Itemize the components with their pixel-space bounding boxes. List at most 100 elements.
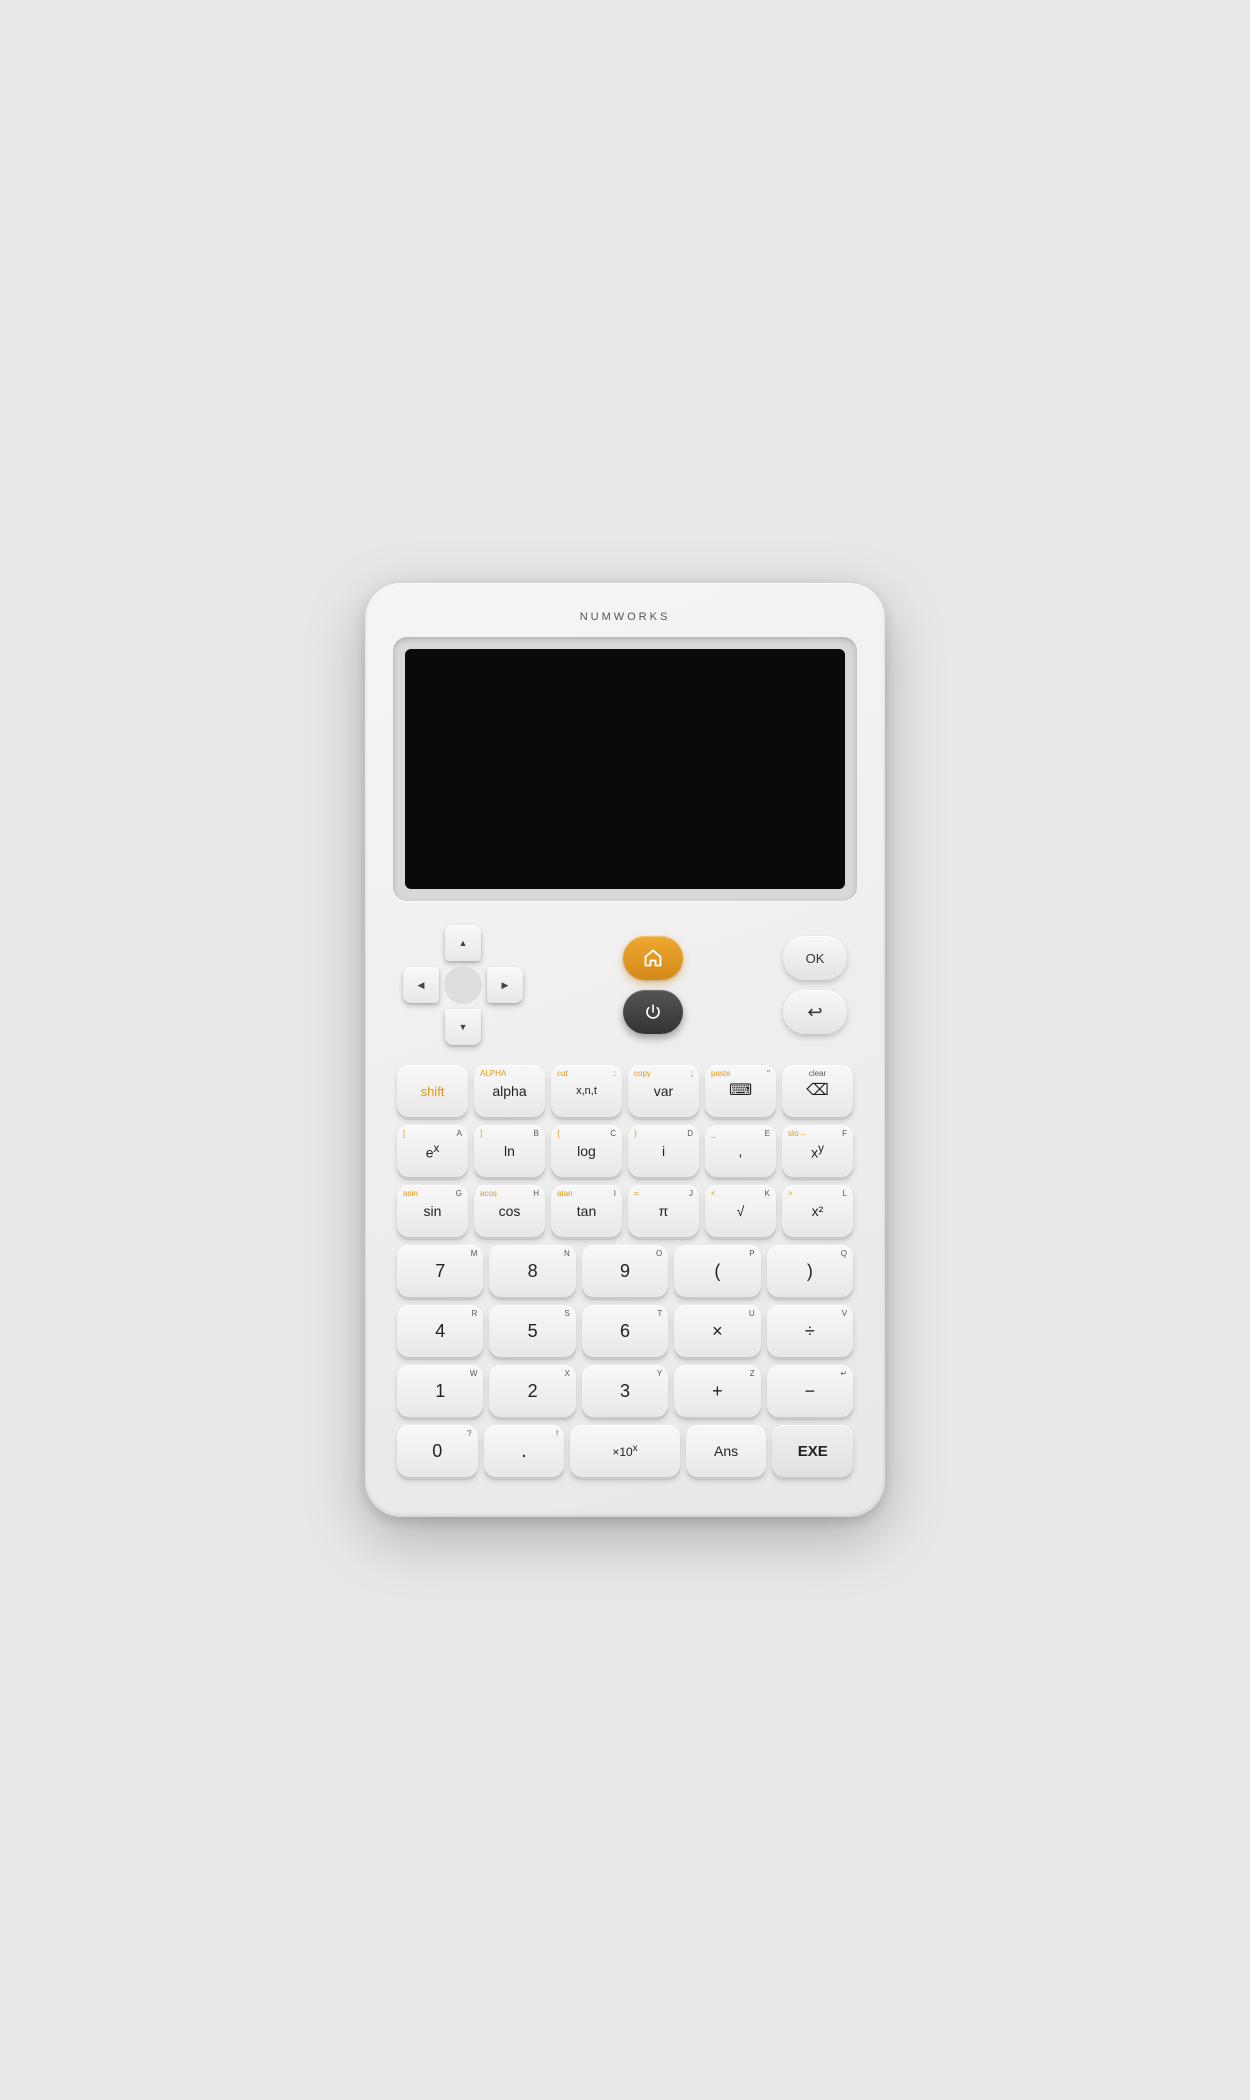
paste-key[interactable]: paste " ⌨ — [705, 1065, 776, 1117]
nav-right-buttons: OK ↩ — [783, 936, 847, 1034]
shift-label: shift — [421, 1085, 445, 1098]
sqrt-top: < — [711, 1190, 716, 1198]
paste-icon: ⌨ — [729, 1083, 752, 1099]
x2-top: > — [788, 1190, 793, 1198]
alpha-key[interactable]: ALPHA alpha — [474, 1065, 545, 1117]
key-7[interactable]: M 7 — [397, 1245, 483, 1297]
key-3[interactable]: Y 3 — [582, 1365, 668, 1417]
key-plus-label: + — [712, 1382, 723, 1400]
tan-key[interactable]: atan I tan — [551, 1185, 622, 1237]
i-label: i — [662, 1144, 665, 1158]
ok-label: OK — [806, 951, 825, 966]
comma-top-right: E — [765, 1130, 770, 1138]
back-icon: ↩ — [807, 1002, 822, 1022]
i-key[interactable]: } D i — [628, 1125, 699, 1177]
key-8-top-right: N — [564, 1250, 570, 1258]
key-multiply-label: × — [712, 1322, 723, 1340]
clear-key[interactable]: clear ⌫ — [782, 1065, 853, 1117]
nav-area: OK ↩ — [393, 925, 857, 1045]
key-9-label: 9 — [620, 1262, 630, 1280]
power-icon — [644, 1003, 662, 1021]
back-button[interactable]: ↩ — [783, 990, 847, 1034]
key-minus-top-right: ↵ — [840, 1370, 847, 1378]
key-0[interactable]: ? 0 — [397, 1425, 478, 1477]
alpha-top: ALPHA — [480, 1070, 506, 1078]
var-key[interactable]: copy ; var — [628, 1065, 699, 1117]
key-exe-label: EXE — [798, 1444, 828, 1459]
key-divide[interactable]: V ÷ — [767, 1305, 853, 1357]
key-dot[interactable]: ! . — [484, 1425, 565, 1477]
ex-label: ex — [426, 1143, 440, 1160]
key-divide-top-right: V — [842, 1310, 847, 1318]
key-exp[interactable]: ×10x — [570, 1425, 680, 1477]
tan-top-right: I — [614, 1190, 616, 1198]
key-1-top-right: W — [470, 1370, 478, 1378]
key-row-6: W 1 X 2 Y 3 Z + ↵ − — [397, 1365, 853, 1417]
home-button[interactable] — [623, 936, 683, 980]
key-dot-label: . — [521, 1441, 527, 1461]
dpad-center — [444, 966, 482, 1004]
tan-label: tan — [577, 1204, 596, 1218]
key-4[interactable]: R 4 — [397, 1305, 483, 1357]
power-button[interactable] — [623, 990, 683, 1034]
xy-key[interactable]: sto→ F xy — [782, 1125, 853, 1177]
key-minus-label: − — [805, 1382, 816, 1400]
xy-top: sto→ — [788, 1130, 807, 1138]
key-lparen-top-right: P — [749, 1250, 754, 1258]
key-2[interactable]: X 2 — [489, 1365, 575, 1417]
key-ans[interactable]: Ans — [686, 1425, 767, 1477]
xnt-top: cut — [557, 1070, 568, 1078]
sqrt-label: √ — [737, 1204, 745, 1218]
key-1-label: 1 — [435, 1382, 445, 1400]
key-lparen[interactable]: P ( — [674, 1245, 760, 1297]
x2-key[interactable]: > L x² — [782, 1185, 853, 1237]
key-rparen-top-right: Q — [841, 1250, 847, 1258]
key-minus[interactable]: ↵ − — [767, 1365, 853, 1417]
cos-top-right: H — [533, 1190, 539, 1198]
key-plus[interactable]: Z + — [674, 1365, 760, 1417]
key-5-label: 5 — [528, 1322, 538, 1340]
key-multiply[interactable]: U × — [674, 1305, 760, 1357]
xnt-key[interactable]: cut : x,n,t — [551, 1065, 622, 1117]
cos-key[interactable]: acos H cos — [474, 1185, 545, 1237]
ln-label: ln — [504, 1144, 515, 1158]
pi-key[interactable]: = J π — [628, 1185, 699, 1237]
comma-key[interactable]: _ E , — [705, 1125, 776, 1177]
key-rparen[interactable]: Q ) — [767, 1245, 853, 1297]
calculator-screen — [405, 649, 845, 889]
ln-top: ] — [480, 1130, 482, 1138]
pi-top: = — [634, 1190, 639, 1198]
tan-top: atan — [557, 1190, 573, 1198]
log-key[interactable]: { C log — [551, 1125, 622, 1177]
dpad-down-button[interactable] — [445, 1009, 481, 1045]
sin-key[interactable]: asin G sin — [397, 1185, 468, 1237]
key-3-top-right: Y — [657, 1370, 662, 1378]
dpad-left-button[interactable] — [403, 967, 439, 1003]
i-top-right: D — [687, 1130, 693, 1138]
screen-bezel — [393, 637, 857, 901]
ex-key[interactable]: [ A ex — [397, 1125, 468, 1177]
key-9[interactable]: O 9 — [582, 1245, 668, 1297]
sqrt-key[interactable]: < K √ — [705, 1185, 776, 1237]
ln-key[interactable]: ] B ln — [474, 1125, 545, 1177]
key-row-7: ? 0 ! . ×10x Ans EXE — [397, 1425, 853, 1477]
key-2-label: 2 — [528, 1382, 538, 1400]
ok-button[interactable]: OK — [783, 936, 847, 980]
ex-top: [ — [403, 1130, 405, 1138]
dpad-up-button[interactable] — [445, 925, 481, 961]
key-row-4: M 7 N 8 O 9 P ( Q ) — [397, 1245, 853, 1297]
cos-top: acos — [480, 1190, 497, 1198]
key-exe[interactable]: EXE — [772, 1425, 853, 1477]
shift-key[interactable]: shift — [397, 1065, 468, 1117]
brand-label: NUMWORKS — [393, 611, 857, 623]
key-8[interactable]: N 8 — [489, 1245, 575, 1297]
key-9-top-right: O — [656, 1250, 662, 1258]
dpad-right-button[interactable] — [487, 967, 523, 1003]
key-5[interactable]: S 5 — [489, 1305, 575, 1357]
key-3-label: 3 — [620, 1382, 630, 1400]
key-dot-top-right: ! — [556, 1430, 558, 1438]
sin-label: sin — [424, 1204, 442, 1218]
key-row-5: R 4 S 5 T 6 U × V ÷ — [397, 1305, 853, 1357]
key-1[interactable]: W 1 — [397, 1365, 483, 1417]
key-6[interactable]: T 6 — [582, 1305, 668, 1357]
